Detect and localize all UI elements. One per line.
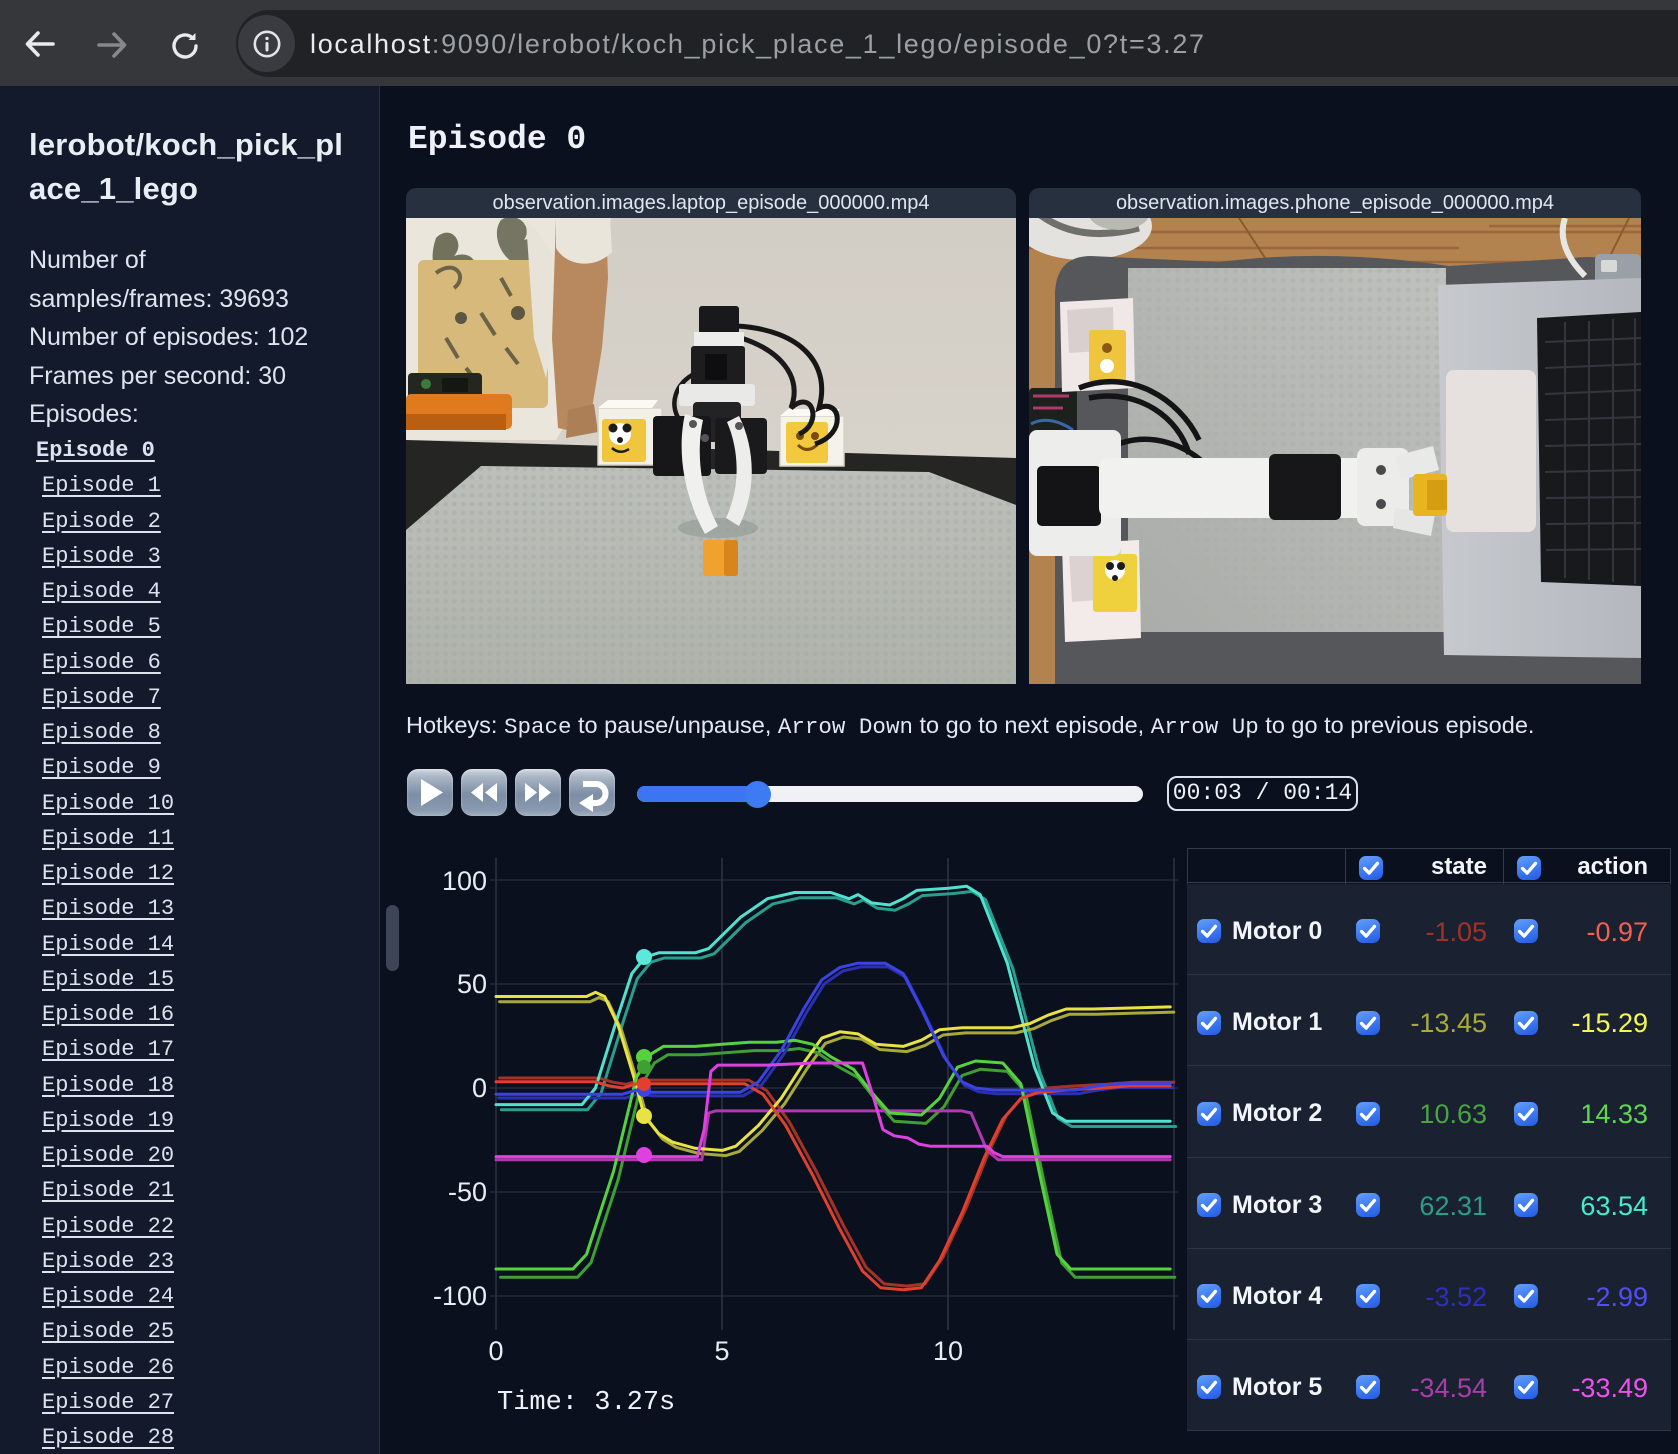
svg-text:10: 10 — [933, 1336, 963, 1366]
svg-text:50: 50 — [457, 969, 487, 999]
svg-text:5: 5 — [714, 1336, 729, 1366]
svg-text:100: 100 — [442, 866, 487, 896]
svg-text:-50: -50 — [448, 1177, 487, 1207]
svg-text:0: 0 — [488, 1336, 503, 1366]
svg-text:0: 0 — [472, 1073, 487, 1103]
svg-text:-100: -100 — [433, 1281, 487, 1311]
